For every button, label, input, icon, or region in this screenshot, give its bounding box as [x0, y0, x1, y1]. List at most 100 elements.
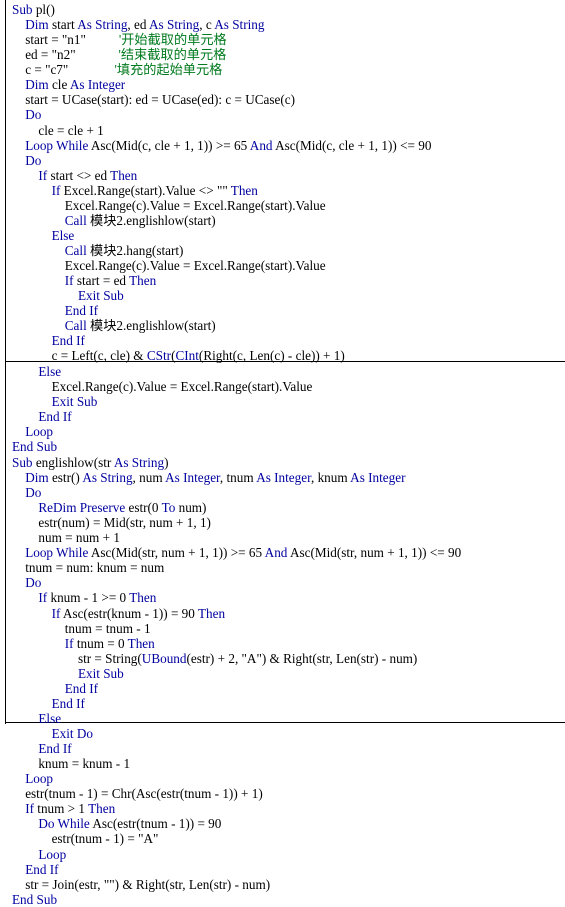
code-line[interactable]: If start = ed Then — [0, 273, 565, 288]
code-line[interactable]: ReDim Preserve estr(0 To num) — [0, 500, 565, 515]
keyword-token: If — [38, 167, 51, 183]
code-editor-pane[interactable]: Sub pl() Dim start As String, ed As Stri… — [0, 0, 565, 907]
code-line[interactable]: Exit Sub — [0, 666, 565, 681]
code-line[interactable]: Exit Do — [0, 726, 565, 741]
code-line[interactable]: Loop While Asc(Mid(c, cle + 1, 1)) >= 65… — [0, 138, 565, 153]
code-token: knum - 1 >= 0 — [50, 590, 130, 606]
code-line[interactable]: End If — [0, 303, 565, 318]
code-line[interactable]: If start <> ed Then — [0, 168, 565, 183]
code-token: start <> ed — [50, 167, 111, 183]
code-line[interactable]: End If — [0, 333, 565, 348]
keyword-token: As Integer — [350, 469, 406, 485]
code-line[interactable]: Call 模块2.englishlow(start) — [0, 318, 565, 333]
code-line[interactable]: End If — [0, 862, 565, 877]
code-token: tnum = num: knum = num — [25, 560, 165, 576]
code-line[interactable]: If Excel.Range(start).Value <> "" Then — [0, 183, 565, 198]
code-line[interactable]: tnum = num: knum = num — [0, 560, 565, 575]
code-line[interactable]: End Sub — [0, 439, 565, 454]
code-line[interactable]: Excel.Range(c).Value = Excel.Range(start… — [0, 258, 565, 273]
code-line[interactable]: Loop — [0, 771, 565, 786]
code-line[interactable]: Call 模块2.englishlow(start) — [0, 213, 565, 228]
keyword-token: Do While — [38, 816, 93, 832]
code-line[interactable]: estr(tnum - 1) = Chr(Asc(estr(tnum - 1))… — [0, 786, 565, 801]
code-token: Excel.Range(c).Value = Excel.Range(start… — [64, 197, 326, 213]
code-line[interactable]: Sub englishlow(str As String) — [0, 455, 565, 470]
keyword-token: Loop While — [25, 137, 91, 153]
code-line[interactable]: Exit Sub — [0, 288, 565, 303]
code-token: Asc(Mid(str, num + 1, 1)) <= 90 — [289, 545, 462, 561]
code-line[interactable]: estr(num) = Mid(str, num + 1, 1) — [0, 515, 565, 530]
code-token: , c — [199, 17, 215, 33]
code-line[interactable]: Exit Sub — [0, 394, 565, 409]
code-line[interactable]: If tnum > 1 Then — [0, 801, 565, 816]
code-token: start — [51, 17, 78, 33]
code-line[interactable]: str = String(UBound(estr) + 2, "A") & Ri… — [0, 651, 565, 666]
code-line[interactable]: start = UCase(start): ed = UCase(ed): c … — [0, 92, 565, 107]
code-line[interactable]: Do — [0, 153, 565, 168]
code-text-area[interactable]: Sub pl() Dim start As String, ed As Stri… — [0, 2, 565, 907]
code-line[interactable]: knum = knum - 1 — [0, 756, 565, 771]
code-line[interactable]: Do — [0, 575, 565, 590]
code-line[interactable]: str = Join(estr, "") & Right(str, Len(st… — [0, 877, 565, 892]
code-line[interactable]: End If — [0, 409, 565, 424]
code-line[interactable]: cle = cle + 1 — [0, 123, 565, 138]
keyword-token: End If — [51, 333, 85, 349]
code-line[interactable]: start = "n1" '开始截取的单元格 — [0, 32, 565, 47]
code-line[interactable]: End If — [0, 696, 565, 711]
code-line[interactable]: estr(tnum - 1) = "A" — [0, 831, 565, 846]
code-line[interactable]: Else — [0, 228, 565, 243]
code-line[interactable]: c = Left(c, cle) & CStr(CInt(Right(c, Le… — [0, 348, 565, 363]
code-token: knum = knum - 1 — [38, 756, 131, 772]
code-line[interactable]: Excel.Range(c).Value = Excel.Range(start… — [0, 198, 565, 213]
code-line[interactable]: Dim cle As Integer — [0, 77, 565, 92]
code-line[interactable]: Dim estr() As String, num As Integer, tn… — [0, 470, 565, 485]
code-line[interactable]: Loop While Asc(Mid(str, num + 1, 1)) >= … — [0, 545, 565, 560]
code-line[interactable]: Else — [0, 364, 565, 379]
code-line[interactable]: End If — [0, 741, 565, 756]
code-line[interactable]: If tnum = 0 Then — [0, 636, 565, 651]
keyword-token: As String — [214, 17, 265, 33]
code-line[interactable]: If knum - 1 >= 0 Then — [0, 590, 565, 605]
code-line[interactable]: Loop — [0, 424, 565, 439]
code-line[interactable]: Sub pl() — [0, 2, 565, 17]
code-token: , knum — [310, 469, 351, 485]
code-line[interactable]: c = "c7" '填充的起始单元格 — [0, 62, 565, 77]
keyword-token: As Integer — [165, 469, 220, 485]
keyword-token: As String — [113, 454, 165, 470]
keyword-token: Then — [197, 605, 226, 621]
keyword-token: End Sub — [12, 438, 58, 454]
code-line[interactable]: Dim start As String, ed As String, c As … — [0, 17, 565, 32]
code-line[interactable]: ed = "n2" '结束截取的单元格 — [0, 47, 565, 62]
code-line[interactable]: num = num + 1 — [0, 530, 565, 545]
code-line[interactable]: Excel.Range(c).Value = Excel.Range(start… — [0, 379, 565, 394]
code-line[interactable]: Loop — [0, 847, 565, 862]
code-line[interactable]: Do While Asc(estr(tnum - 1)) = 90 — [0, 816, 565, 831]
code-token: cle — [51, 77, 70, 93]
code-line[interactable]: If Asc(estr(knum - 1)) = 90 Then — [0, 606, 565, 621]
code-line[interactable]: End If — [0, 681, 565, 696]
code-line[interactable]: tnum = tnum - 1 — [0, 621, 565, 636]
keyword-token: End Sub — [12, 891, 58, 907]
code-line[interactable]: Do — [0, 107, 565, 122]
keyword-token: Then — [88, 801, 116, 817]
code-line[interactable]: Call 模块2.hang(start) — [0, 243, 565, 258]
keyword-token: If — [64, 635, 77, 651]
code-line[interactable]: Do — [0, 485, 565, 500]
code-line[interactable]: End Sub — [0, 892, 565, 907]
